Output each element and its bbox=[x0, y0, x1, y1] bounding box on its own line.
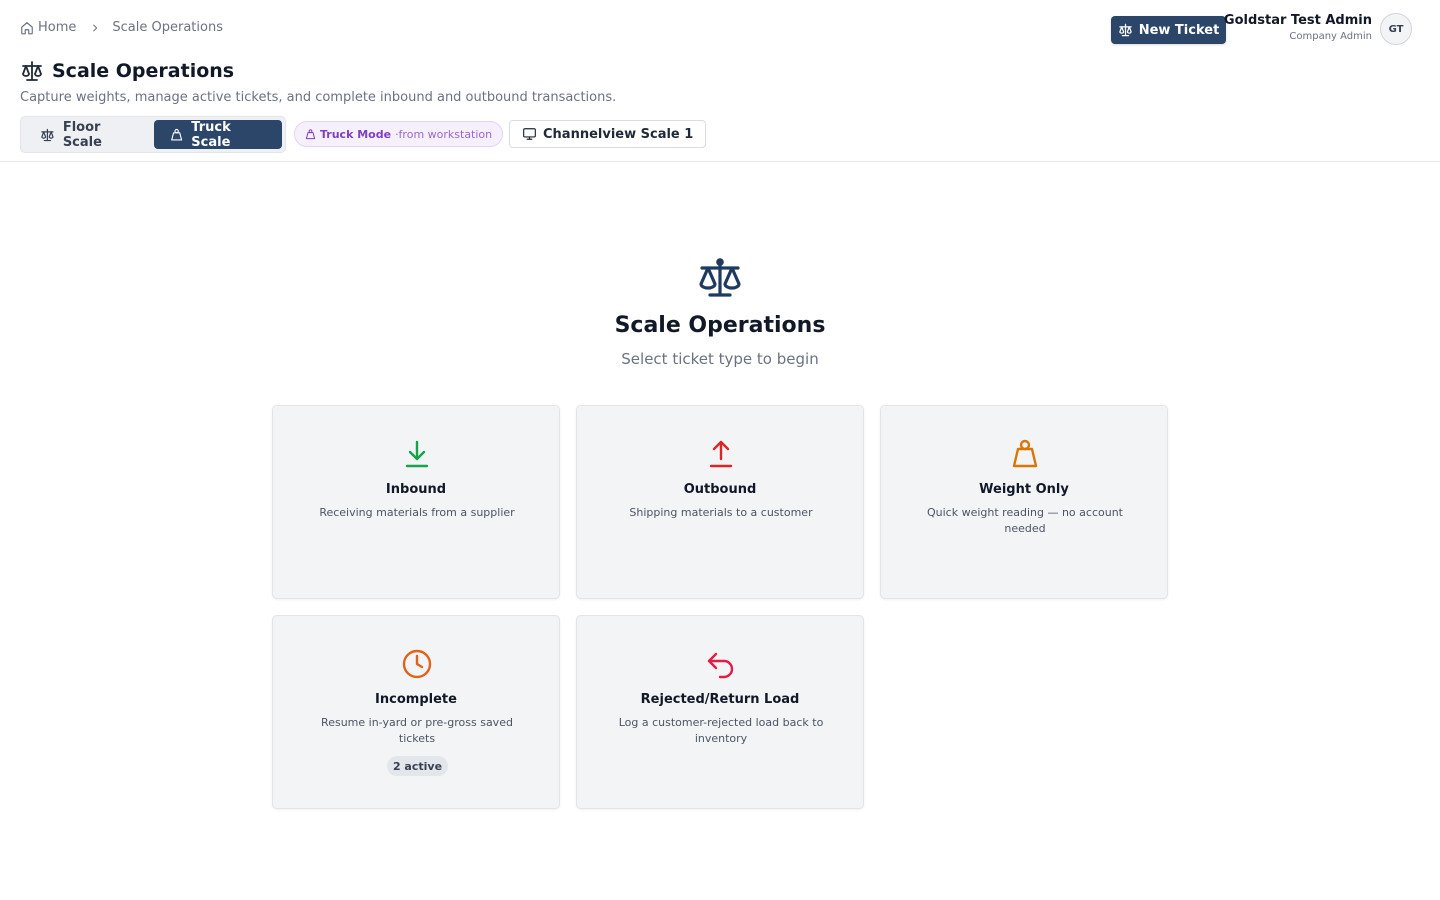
breadcrumb: Home Scale Operations bbox=[20, 20, 223, 35]
incomplete-ticket-card[interactable]: Incomplete Resume in-yard or pre-gross s… bbox=[272, 615, 560, 809]
user-name: Goldstar Test Admin bbox=[1223, 13, 1372, 28]
breadcrumb-current: Scale Operations bbox=[112, 20, 223, 35]
user-role: Company Admin bbox=[1289, 31, 1372, 42]
active-count-badge: 2 active bbox=[387, 756, 448, 776]
weight-icon bbox=[305, 128, 316, 139]
card-description: Shipping materials to a customer bbox=[629, 506, 813, 519]
page-title: Scale Operations bbox=[52, 60, 235, 82]
return-arrow-icon bbox=[707, 652, 734, 679]
workstation-select-button[interactable]: Channelview Scale 1 bbox=[509, 120, 707, 148]
page-subtitle: Capture weights, manage active tickets, … bbox=[20, 90, 617, 105]
scale-icon bbox=[699, 258, 741, 297]
card-title: Weight Only bbox=[979, 482, 1069, 497]
card-title: Rejected/Return Load bbox=[640, 692, 800, 707]
new-ticket-label: New Ticket bbox=[1138, 22, 1220, 38]
inbound-ticket-card[interactable]: Inbound Receiving materials from a suppl… bbox=[272, 405, 560, 599]
outbound-ticket-card[interactable]: Outbound Shipping materials to a custome… bbox=[576, 405, 864, 599]
card-description: Receiving materials from a supplier bbox=[319, 506, 515, 519]
floor-scale-label: Floor Scale bbox=[62, 119, 102, 150]
weight-icon bbox=[1012, 439, 1038, 468]
scale-type-toggle: Floor Scale Truck Scale bbox=[20, 116, 286, 153]
floor-scale-button[interactable]: Floor Scale bbox=[24, 119, 150, 150]
truck-mode-badge: Truck Mode ·from workstation bbox=[294, 121, 504, 147]
card-description: Log a customer-rejected load back to inv… bbox=[618, 716, 824, 745]
new-ticket-button[interactable]: New Ticket bbox=[1111, 16, 1226, 44]
chevron-right-icon bbox=[90, 23, 100, 33]
scale-icon bbox=[41, 128, 54, 141]
download-arrow-icon bbox=[405, 440, 429, 468]
card-description: Quick weight reading — no account needed bbox=[927, 506, 1123, 535]
weight-icon bbox=[171, 128, 183, 141]
page-title-row: Scale Operations bbox=[20, 60, 234, 82]
scale-icon bbox=[22, 61, 42, 81]
clock-icon bbox=[402, 649, 432, 679]
card-title: Inbound bbox=[385, 482, 447, 497]
scale-icon bbox=[1118, 23, 1132, 37]
truck-scale-label: Truck Scale bbox=[191, 119, 231, 150]
home-icon bbox=[21, 21, 33, 34]
card-description: Resume in-yard or pre-gross saved ticket… bbox=[321, 716, 513, 745]
hero-title: Scale Operations bbox=[614, 313, 826, 338]
avatar[interactable]: GT bbox=[1380, 13, 1412, 45]
user-info[interactable]: Goldstar Test Admin Company Admin bbox=[1224, 13, 1372, 42]
breadcrumb-home-label: Home bbox=[38, 20, 77, 35]
card-title: Outbound bbox=[683, 482, 757, 497]
workstation-label: Channelview Scale 1 bbox=[543, 126, 694, 142]
truck-scale-button[interactable]: Truck Scale bbox=[154, 119, 282, 150]
weight-only-ticket-card[interactable]: Weight Only Quick weight reading — no ac… bbox=[880, 405, 1168, 599]
breadcrumb-home-link[interactable]: Home bbox=[20, 20, 76, 35]
truck-mode-source: ·from workstation bbox=[395, 127, 493, 141]
hero-subtitle: Select ticket type to begin bbox=[621, 350, 819, 368]
page-header: Home Scale Operations Scale Operations C… bbox=[0, 0, 1440, 162]
rejected-return-load-card[interactable]: Rejected/Return Load Log a customer-reje… bbox=[576, 615, 864, 809]
monitor-icon bbox=[523, 128, 536, 140]
upload-arrow-icon bbox=[709, 440, 733, 468]
card-title: Incomplete bbox=[375, 692, 457, 707]
truck-mode-label: Truck Mode bbox=[320, 127, 392, 141]
